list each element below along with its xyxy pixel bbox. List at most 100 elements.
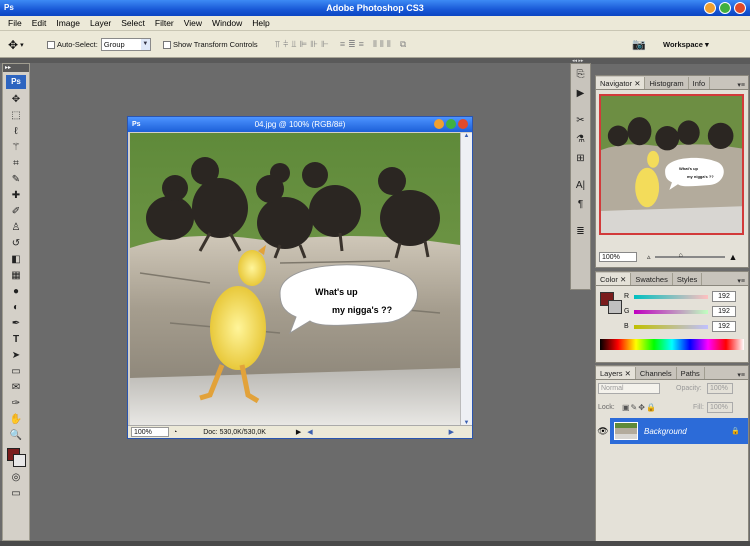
menu-image[interactable]: Image	[51, 18, 85, 28]
align-top-icon[interactable]: ⫪	[275, 39, 280, 50]
toolbox-header[interactable]: ▸▸	[3, 64, 29, 72]
align-hcenter-icon[interactable]: ⊪	[310, 39, 318, 50]
menu-window[interactable]: Window	[207, 18, 247, 28]
tab-histogram[interactable]: Histogram	[645, 77, 689, 89]
fill-field[interactable]: 100%	[707, 402, 733, 413]
paragraph-panel-icon[interactable]: ¶	[571, 196, 590, 213]
navigator-zoom-field[interactable]: 100%	[599, 252, 637, 262]
layer-comps-icon[interactable]: ≣	[571, 223, 590, 240]
distribute-left-icon[interactable]: ⦀	[373, 39, 377, 50]
blue-value[interactable]: 192	[712, 321, 736, 332]
distribute-right-icon[interactable]: ⦀	[387, 39, 391, 50]
tab-swatches[interactable]: Swatches	[631, 273, 673, 285]
green-slider[interactable]	[634, 309, 708, 314]
align-bottom-icon[interactable]: ⫫	[291, 39, 296, 50]
opacity-field[interactable]: 100%	[707, 383, 733, 394]
doc-minimize-button[interactable]	[434, 119, 444, 129]
dodge-tool-icon[interactable]: ◐	[3, 300, 29, 316]
menu-file[interactable]: File	[3, 18, 27, 28]
auto-select-dropdown[interactable]: Group ▼	[100, 38, 151, 51]
auto-align-icon[interactable]: ⧉	[400, 39, 406, 50]
quick-mask-icon[interactable]: ◎	[3, 470, 29, 486]
tab-channels[interactable]: Channels	[635, 367, 677, 379]
layer-row-background[interactable]: 👁 Background 🔒	[596, 418, 748, 444]
tab-layers[interactable]: Layers ✕	[596, 367, 636, 379]
document-titlebar[interactable]: Ps 04.jpg @ 100% (RGB/8#)	[128, 117, 472, 132]
status-arrow-icon[interactable]: ▶	[296, 428, 301, 436]
menu-help[interactable]: Help	[247, 18, 274, 28]
align-vcenter-icon[interactable]: ⫩	[283, 39, 288, 50]
bridge-icon[interactable]: 📷	[632, 31, 646, 58]
screen-mode-icon[interactable]: ▭	[3, 486, 29, 502]
eyedropper-tool-icon[interactable]: ✑	[3, 396, 29, 412]
zoom-slider-thumb[interactable]: ⌂	[679, 252, 683, 259]
shape-tool-icon[interactable]: ▭	[3, 364, 29, 380]
brushes-panel-icon[interactable]: ⚗	[571, 131, 590, 148]
doc-close-button[interactable]	[458, 119, 468, 129]
close-button[interactable]	[734, 2, 746, 14]
background-color-swatch[interactable]	[13, 454, 26, 467]
status-menu-icon[interactable]: ◔	[173, 429, 177, 436]
gradient-tool-icon[interactable]: ▦	[3, 268, 29, 284]
menu-view[interactable]: View	[179, 18, 207, 28]
history-brush-tool-icon[interactable]: ↺	[3, 236, 29, 252]
doc-zoom-field[interactable]: 100%	[131, 427, 169, 437]
character-panel-icon[interactable]: A|	[571, 177, 590, 194]
navigator-thumbnail[interactable]: What's up my nigga's ??	[599, 94, 744, 235]
tab-info[interactable]: Info	[688, 77, 711, 89]
healing-brush-tool-icon[interactable]: ✚	[3, 188, 29, 204]
layer-name[interactable]: Background	[644, 427, 687, 436]
zoom-in-icon[interactable]: ▲	[729, 252, 738, 262]
marquee-tool-icon[interactable]: ⬚	[3, 108, 29, 124]
auto-select-checkbox[interactable]	[47, 40, 55, 49]
path-selection-tool-icon[interactable]: ➤	[3, 348, 29, 364]
distribute-bottom-icon[interactable]: ≡	[359, 39, 364, 50]
tool-presets-icon[interactable]: ✂	[571, 112, 590, 129]
move-tool-icon[interactable]: ✥	[3, 92, 29, 108]
green-value[interactable]: 192	[712, 306, 736, 317]
panel-menu-icon[interactable]: ▾≡	[737, 81, 745, 89]
color-ramp[interactable]	[600, 339, 744, 350]
tab-navigator[interactable]: Navigator ✕	[596, 77, 646, 89]
history-panel-icon[interactable]: ⎘	[571, 66, 590, 83]
hand-tool-icon[interactable]: ✋	[3, 412, 29, 428]
vertical-scrollbar[interactable]: ▲ ▼	[460, 133, 472, 426]
tab-styles[interactable]: Styles	[672, 273, 703, 285]
zoom-tool-icon[interactable]: 🔍	[3, 428, 29, 444]
menu-select[interactable]: Select	[116, 18, 150, 28]
eraser-tool-icon[interactable]: ◧	[3, 252, 29, 268]
color-bg-swatch[interactable]	[608, 300, 622, 314]
lasso-tool-icon[interactable]: ℓ	[3, 124, 29, 140]
scroll-right-icon[interactable]: ▶	[449, 428, 454, 436]
crop-tool-icon[interactable]: ⌗	[3, 156, 29, 172]
color-panel-menu-icon[interactable]: ▾≡	[737, 277, 745, 285]
distribute-vcenter-icon[interactable]: ≣	[348, 39, 356, 50]
clone-stamp-tool-icon[interactable]: ♙	[3, 220, 29, 236]
tab-paths[interactable]: Paths	[676, 367, 705, 379]
blue-slider[interactable]	[634, 324, 708, 329]
magic-wand-tool-icon[interactable]: ⚚	[3, 140, 29, 156]
brush-tool-icon[interactable]: ✐	[3, 204, 29, 220]
notes-tool-icon[interactable]: ✉	[3, 380, 29, 396]
menu-layer[interactable]: Layer	[85, 18, 116, 28]
red-value[interactable]: 192	[712, 291, 736, 302]
eye-icon[interactable]: 👁	[596, 418, 610, 444]
distribute-hcenter-icon[interactable]: ⦀	[380, 39, 384, 50]
menu-filter[interactable]: Filter	[150, 18, 179, 28]
slice-tool-icon[interactable]: ✎	[3, 172, 29, 188]
workspace-button[interactable]: Workspace ▾	[663, 31, 709, 58]
maximize-button[interactable]	[719, 2, 731, 14]
scroll-left-icon[interactable]: ◀	[307, 428, 312, 436]
red-slider[interactable]	[634, 294, 708, 299]
tab-color[interactable]: Color ✕	[596, 273, 632, 285]
distribute-top-icon[interactable]: ≡	[340, 39, 345, 50]
move-tool-icon[interactable]: ✥ ▾	[8, 31, 24, 58]
navigator-zoom-slider[interactable]: ⌂	[654, 252, 725, 259]
align-right-icon[interactable]: ⊩	[321, 39, 329, 50]
menu-edit[interactable]: Edit	[27, 18, 52, 28]
scroll-up-icon[interactable]: ▲	[461, 133, 472, 139]
blur-tool-icon[interactable]: ●	[3, 284, 29, 300]
align-left-icon[interactable]: ⊫	[299, 39, 307, 50]
minimize-button[interactable]	[704, 2, 716, 14]
blend-mode-select[interactable]: Normal	[598, 383, 660, 394]
